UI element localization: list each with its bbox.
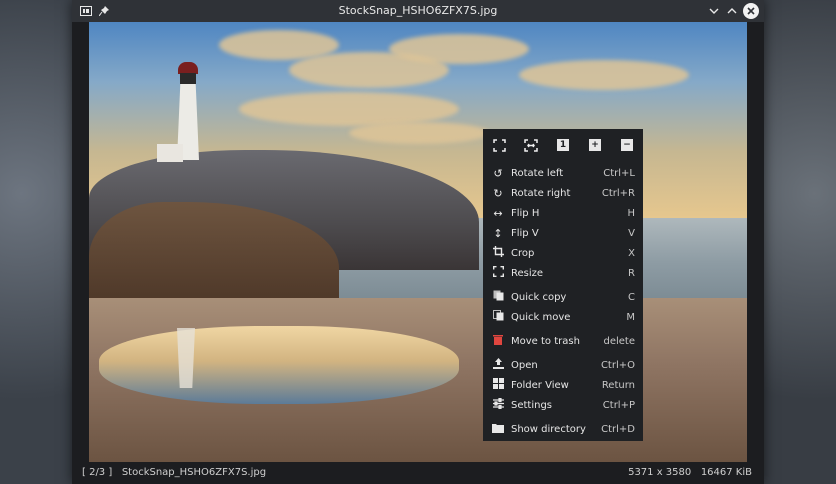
menu-item-folder-view[interactable]: Folder View Return bbox=[483, 375, 643, 395]
menu-item-label: Flip H bbox=[511, 207, 540, 219]
image-position: [ 2/3 ] bbox=[82, 467, 113, 478]
menu-item-label: Show directory bbox=[511, 423, 586, 435]
menu-item-shortcut: Ctrl+R bbox=[601, 187, 635, 199]
menu-item-shortcut: delete bbox=[603, 335, 635, 347]
menu-item-shortcut: Ctrl+P bbox=[602, 399, 635, 411]
zoom-in-icon[interactable]: + bbox=[586, 136, 604, 154]
context-menu: 1 + − ↺ Rotate left Ctrl+L ↻ Rotate righ… bbox=[483, 129, 643, 441]
menu-item-rotate-right[interactable]: ↻ Rotate right Ctrl+R bbox=[483, 183, 643, 203]
status-right: 5371 x 3580 16467 KiB bbox=[628, 462, 752, 484]
move-icon bbox=[491, 310, 505, 324]
photo-cloud bbox=[519, 60, 689, 90]
photo-cloud bbox=[349, 122, 489, 144]
minimize-button[interactable] bbox=[706, 3, 722, 19]
menu-item-shortcut: Return bbox=[601, 379, 635, 391]
menu-item-label: Folder View bbox=[511, 379, 569, 391]
file-size: 16467 KiB bbox=[700, 467, 752, 478]
folder-icon bbox=[491, 423, 505, 436]
menu-item-flip-h[interactable]: ↔ Flip H H bbox=[483, 203, 643, 223]
crop-icon bbox=[491, 246, 505, 260]
resize-icon bbox=[491, 266, 505, 280]
status-filename: StockSnap_HSHO6ZFX7S.jpg bbox=[121, 467, 267, 478]
photo-tide-pool bbox=[99, 326, 459, 404]
menu-item-shortcut: C bbox=[628, 291, 635, 303]
menu-item-move-to-trash[interactable]: Move to trash delete bbox=[483, 331, 643, 351]
menu-item-shortcut: X bbox=[628, 247, 635, 259]
menu-item-open[interactable]: Open Ctrl+O bbox=[483, 355, 643, 375]
lighthouse bbox=[157, 56, 209, 162]
close-button[interactable] bbox=[743, 3, 759, 19]
menu-item-rotate-left[interactable]: ↺ Rotate left Ctrl+L bbox=[483, 163, 643, 183]
rotate-right-icon: ↻ bbox=[493, 186, 503, 200]
flip-v-icon: ↕ bbox=[493, 226, 503, 240]
copy-icon bbox=[491, 290, 505, 304]
menu-item-quick-move[interactable]: Quick move M bbox=[483, 307, 643, 327]
fit-width-icon[interactable] bbox=[522, 136, 540, 154]
menu-item-resize[interactable]: Resize R bbox=[483, 263, 643, 283]
photo-cloud bbox=[239, 92, 459, 126]
open-icon bbox=[491, 358, 505, 372]
menu-item-label: Crop bbox=[511, 247, 535, 259]
menu-item-shortcut: V bbox=[628, 227, 635, 239]
zoom-toolbar: 1 + − bbox=[483, 129, 643, 161]
menu-item-label: Flip V bbox=[511, 227, 539, 239]
flip-h-icon: ↔ bbox=[493, 206, 503, 220]
menu-item-label: Quick copy bbox=[511, 291, 567, 303]
status-bar: [ 2/3 ] StockSnap_HSHO6ZFX7S.jpg 5371 x … bbox=[72, 462, 764, 484]
image-resolution: 5371 x 3580 bbox=[628, 467, 692, 478]
menu-item-label: Resize bbox=[511, 267, 544, 279]
menu-item-shortcut: Ctrl+L bbox=[603, 167, 635, 179]
menu-item-label: Move to trash bbox=[511, 335, 580, 347]
original-size-icon[interactable]: 1 bbox=[554, 136, 572, 154]
window-title: StockSnap_HSHO6ZFX7S.jpg bbox=[338, 4, 498, 17]
lighthouse-reflection bbox=[177, 328, 195, 388]
menu-item-flip-v[interactable]: ↕ Flip V V bbox=[483, 223, 643, 243]
menu-item-label: Rotate right bbox=[511, 187, 571, 199]
menu-item-crop[interactable]: Crop X bbox=[483, 243, 643, 263]
menu-item-shortcut: H bbox=[627, 207, 635, 219]
desktop-background-left bbox=[0, 0, 72, 484]
fit-window-icon[interactable] bbox=[490, 136, 508, 154]
folder-view-icon bbox=[491, 378, 505, 392]
menu-item-label: Quick move bbox=[511, 311, 571, 323]
rotate-left-icon: ↺ bbox=[493, 166, 503, 180]
menu-item-shortcut: Ctrl+D bbox=[601, 423, 635, 435]
menu-item-shortcut: M bbox=[626, 311, 635, 323]
menu-item-label: Rotate left bbox=[511, 167, 564, 179]
menu-item-quick-copy[interactable]: Quick copy C bbox=[483, 287, 643, 307]
titlebar[interactable]: StockSnap_HSHO6ZFX7S.jpg bbox=[72, 0, 764, 22]
menu-item-label: Open bbox=[511, 359, 538, 371]
menu-item-shortcut: R bbox=[628, 267, 635, 279]
maximize-button[interactable] bbox=[724, 3, 740, 19]
menu-item-settings[interactable]: Settings Ctrl+P bbox=[483, 395, 643, 415]
menu-item-shortcut: Ctrl+O bbox=[600, 359, 635, 371]
image-canvas[interactable]: 1 + − ↺ Rotate left Ctrl+L ↻ Rotate righ… bbox=[89, 22, 747, 462]
zoom-out-icon[interactable]: − bbox=[618, 136, 636, 154]
menu-item-label: Settings bbox=[511, 399, 553, 411]
status-left: [ 2/3 ] StockSnap_HSHO6ZFX7S.jpg bbox=[82, 462, 266, 484]
desktop-background-right bbox=[764, 0, 836, 484]
menu-item-show-directory[interactable]: Show directory Ctrl+D bbox=[483, 419, 643, 439]
photo-cloud bbox=[389, 34, 529, 64]
image-viewer-window: StockSnap_HSHO6ZFX7S.jpg 1 + − ↺ Rotate … bbox=[72, 0, 764, 484]
trash-icon bbox=[491, 334, 505, 348]
settings-icon bbox=[491, 397, 505, 412]
